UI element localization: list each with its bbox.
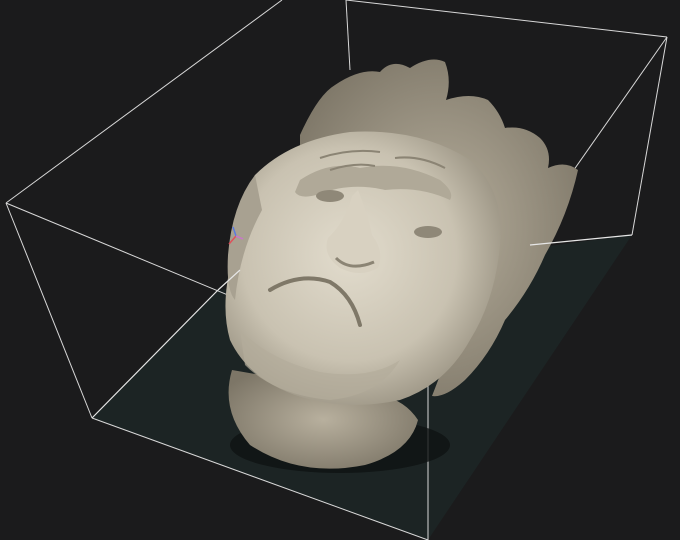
clay-head-model[interactable] xyxy=(225,59,578,473)
box-edge xyxy=(5,0,283,204)
3d-viewport[interactable] xyxy=(0,0,680,540)
box-edge xyxy=(345,0,351,71)
model-eye-right xyxy=(414,226,442,238)
box-edge xyxy=(631,36,668,236)
scene-canvas[interactable] xyxy=(0,0,680,540)
box-edge xyxy=(5,202,93,419)
box-edge xyxy=(345,0,668,38)
model-eye-left xyxy=(316,190,344,202)
